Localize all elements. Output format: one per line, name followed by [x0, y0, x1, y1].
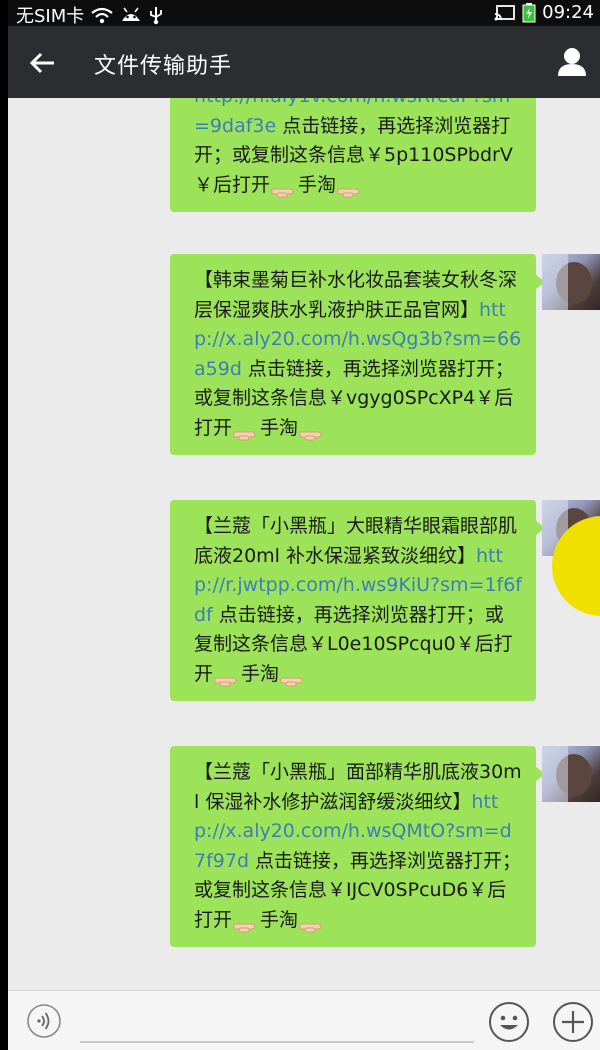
android-icon: [120, 7, 142, 23]
message-tail-text: 手淘: [260, 908, 299, 931]
chat-info-button[interactable]: [554, 44, 590, 80]
pointing-hand-icon: [214, 667, 240, 687]
pointing-hand-icon: [280, 667, 306, 687]
message-list[interactable]: http://h.aly1v.com/h.wsRfedP?sm=9daf3e 点…: [8, 98, 600, 990]
pointing-hand-icon: [299, 421, 325, 441]
message-bubble[interactable]: 【韩束墨菊巨补水化妆品套装女秋冬深层保湿爽肤水乳液护肤正品官网】http://x…: [170, 254, 545, 455]
voice-button[interactable]: [26, 1003, 62, 1039]
wechat-chat-screen: 无SIM卡 09:24 文件传输助手 =9daf3e 点击链接，再选择浏览器打开…: [8, 0, 600, 1050]
status-bar: 无SIM卡 09:24: [8, 0, 600, 27]
battery-charging-icon: [522, 2, 536, 23]
plus-icon: [552, 1002, 594, 1047]
pointing-hand-icon: [337, 178, 363, 198]
usb-icon: [148, 5, 164, 25]
pointing-hand-icon: [233, 421, 259, 441]
wifi-icon: [90, 6, 114, 24]
pointing-hand-icon: [299, 913, 325, 933]
message-bubble[interactable]: http://h.aly1v.com/h.wsRfedP?sm=9daf3e 点…: [170, 98, 536, 212]
message-tail-text: 手淘: [241, 662, 280, 685]
message-bubble[interactable]: 【兰蔻「小黑瓶」大眼精华眼霜眼部肌底液20ml 补水保湿紧致淡细纹】http:/…: [170, 500, 545, 701]
page-title: 文件传输助手: [94, 54, 233, 79]
message-tail-text: 手淘: [298, 173, 337, 196]
avatar[interactable]: [542, 254, 600, 310]
carrier-label: 无SIM卡: [16, 6, 85, 27]
message-bubble[interactable]: 【兰蔻「小黑瓶」面部精华肌底液30ml 保湿补水修护滋润舒缓淡细纹】http:/…: [170, 746, 545, 947]
clock: 09:24: [542, 2, 594, 23]
cast-icon: [494, 4, 516, 22]
chat-header: 文件传输助手: [8, 26, 600, 98]
message-tail-text: 手淘: [260, 416, 299, 439]
emoji-button[interactable]: [488, 1001, 530, 1043]
message-input[interactable]: [80, 1041, 474, 1043]
input-bar: [8, 990, 600, 1050]
voice-icon: [26, 1004, 62, 1043]
back-arrow-icon: [26, 52, 60, 84]
pointing-hand-icon: [271, 178, 297, 198]
pointing-hand-icon: [233, 913, 259, 933]
message-text: 【兰蔻「小黑瓶」大眼精华眼霜眼部肌底液20ml 补水保湿紧致淡细纹】: [194, 515, 518, 567]
profile-icon: [554, 48, 590, 84]
emoji-icon: [488, 1002, 530, 1047]
avatar[interactable]: [542, 746, 600, 802]
more-button[interactable]: [552, 1001, 594, 1043]
message-text: 【韩束墨菊巨补水化妆品套装女秋冬深层保湿爽肤水乳液护肤正品官网】: [194, 269, 518, 321]
back-button[interactable]: [26, 46, 60, 80]
